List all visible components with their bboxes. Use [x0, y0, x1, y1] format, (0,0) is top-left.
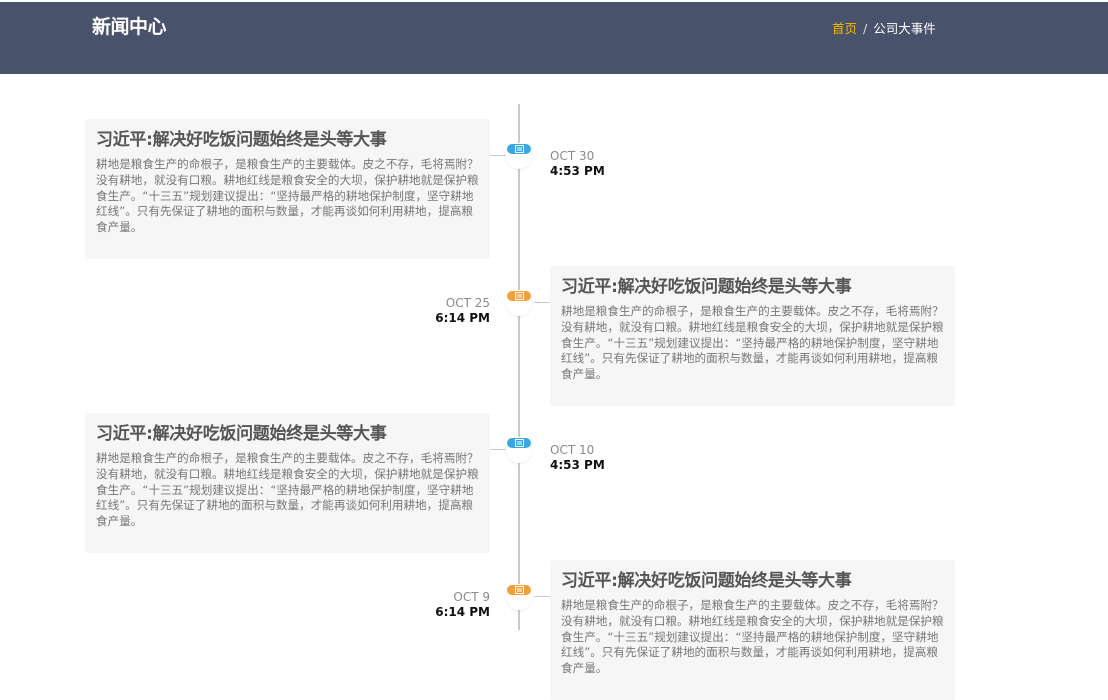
timeline-entry: 习近平:解决好吃饭问题始终是头等大事 耕地是粮食生产的命根子，是粮食生产的主要载…	[0, 266, 1108, 406]
breadcrumb: 首页 / 公司大事件	[832, 18, 936, 37]
breadcrumb-current: 公司大事件	[873, 21, 936, 36]
time-label: 6:14 PM	[435, 605, 490, 619]
news-body: 耕地是粮食生产的命根子，是粮食生产的主要载体。皮之不存，毛将焉附？没有耕地，就没…	[96, 451, 479, 529]
news-card[interactable]: 习近平:解决好吃饭问题始终是头等大事 耕地是粮食生产的命根子，是粮食生产的主要载…	[550, 560, 955, 700]
timeline-entry: 习近平:解决好吃饭问题始终是头等大事 耕地是粮食生产的命根子，是粮食生产的主要载…	[0, 560, 1108, 700]
timeline-connector	[490, 155, 506, 156]
document-icon	[507, 585, 531, 595]
time-label: 4:53 PM	[550, 458, 605, 472]
timeline-connector	[490, 449, 506, 450]
timeline-entry: 习近平:解决好吃饭问题始终是头等大事 耕地是粮食生产的命根子，是粮食生产的主要载…	[0, 413, 1108, 553]
document-icon	[507, 291, 531, 301]
news-title[interactable]: 习近平:解决好吃饭问题始终是头等大事	[561, 276, 944, 298]
breadcrumb-home-link[interactable]: 首页	[832, 21, 857, 36]
news-body: 耕地是粮食生产的命根子，是粮食生产的主要载体。皮之不存，毛将焉附？没有耕地，就没…	[561, 304, 944, 382]
timeline-connector	[534, 596, 550, 597]
breadcrumb-separator: /	[863, 21, 868, 36]
date-label: OCT 30	[550, 149, 595, 163]
date-label: OCT 9	[453, 590, 490, 604]
time-label: 4:53 PM	[550, 164, 605, 178]
news-card[interactable]: 习近平:解决好吃饭问题始终是头等大事 耕地是粮食生产的命根子，是粮食生产的主要载…	[85, 119, 490, 259]
page-header: 新闻中心 首页 / 公司大事件	[0, 2, 1108, 74]
news-title[interactable]: 习近平:解决好吃饭问题始终是头等大事	[96, 423, 479, 445]
timeline-node	[506, 290, 532, 316]
timeline-entry: 习近平:解决好吃饭问题始终是头等大事 耕地是粮食生产的命根子，是粮食生产的主要载…	[0, 119, 1108, 259]
time-label: 6:14 PM	[435, 311, 490, 325]
timeline-node	[506, 584, 532, 610]
timeline-date: OCT 9 6:14 PM	[390, 590, 490, 620]
news-card[interactable]: 习近平:解决好吃饭问题始终是头等大事 耕地是粮食生产的命根子，是粮食生产的主要载…	[85, 413, 490, 553]
timeline-node	[506, 143, 532, 169]
timeline-date: OCT 25 6:14 PM	[390, 296, 490, 326]
news-body: 耕地是粮食生产的命根子，是粮食生产的主要载体。皮之不存，毛将焉附？没有耕地，就没…	[96, 157, 479, 235]
page-title: 新闻中心	[92, 16, 167, 38]
timeline-connector	[534, 302, 550, 303]
timeline-date: OCT 10 4:53 PM	[550, 443, 605, 473]
news-card[interactable]: 习近平:解决好吃饭问题始终是头等大事 耕地是粮食生产的命根子，是粮食生产的主要载…	[550, 266, 955, 406]
timeline-date: OCT 30 4:53 PM	[550, 149, 605, 179]
date-label: OCT 10	[550, 443, 595, 457]
news-body: 耕地是粮食生产的命根子，是粮食生产的主要载体。皮之不存，毛将焉附？没有耕地，就没…	[561, 598, 944, 676]
timeline-node	[506, 437, 532, 463]
document-icon	[507, 144, 531, 154]
news-title[interactable]: 习近平:解决好吃饭问题始终是头等大事	[561, 570, 944, 592]
date-label: OCT 25	[445, 296, 490, 310]
document-icon	[507, 438, 531, 448]
news-title[interactable]: 习近平:解决好吃饭问题始终是头等大事	[96, 129, 479, 151]
